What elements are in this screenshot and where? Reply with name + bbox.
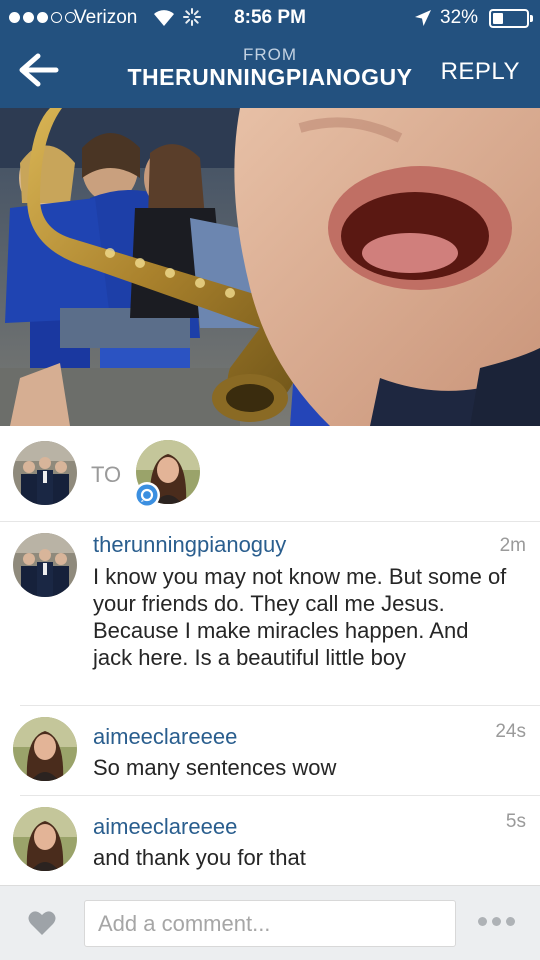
battery-level-fill [493, 13, 503, 24]
comment-footer [0, 885, 540, 960]
sender-avatar[interactable] [13, 441, 77, 505]
comment-username[interactable]: aimeeclareeee [93, 814, 237, 840]
comment-timestamp: 5s [505, 811, 526, 832]
comment-item: aimeeclareeee 24s So many sentences wow [0, 706, 540, 795]
comment-item: aimeeclareeee 5s and thank you for that [0, 796, 540, 885]
status-bar: Verizon 8:56 PM 32% [0, 0, 540, 36]
comment-timestamp: 2m [499, 535, 526, 556]
commenter-avatar[interactable] [13, 533, 77, 597]
comment-text: So many sentences wow [93, 755, 337, 780]
add-comment-input[interactable] [84, 900, 456, 947]
header-bar: Verizon 8:56 PM 32% FROM THERUNNINGPIANO… [0, 0, 540, 108]
to-label: TO [91, 462, 122, 487]
comment-text: I know you may not know me. But some of … [93, 564, 507, 670]
photo-illustration [0, 108, 540, 426]
comment-text: and thank you for that [93, 845, 306, 870]
reply-button[interactable]: REPLY [441, 58, 520, 86]
more-options-icon[interactable] [478, 917, 515, 926]
battery-icon [489, 9, 533, 28]
direct-message-badge-icon [134, 482, 160, 508]
direct-message-photo[interactable] [0, 108, 540, 426]
heart-like-icon[interactable] [28, 910, 56, 936]
recipients-row: TO [0, 426, 540, 522]
comment-timestamp: 24s [495, 721, 526, 742]
commenter-avatar[interactable] [13, 807, 77, 871]
comment-username[interactable]: therunningpianoguy [93, 532, 286, 558]
battery-percent: 32% [440, 7, 479, 28]
comment-item: therunningpianoguy 2m I know you may not… [0, 522, 540, 705]
location-arrow-icon [415, 10, 431, 26]
commenter-avatar[interactable] [13, 717, 77, 781]
comment-username[interactable]: aimeeclareeee [93, 724, 237, 750]
